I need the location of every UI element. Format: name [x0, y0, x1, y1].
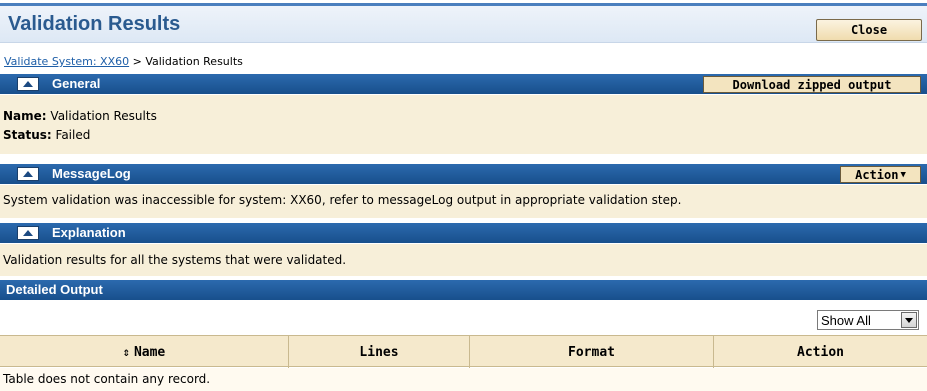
messagelog-section-header: MessageLog Action ▼ — [0, 164, 927, 184]
breadcrumb-separator: > — [132, 55, 142, 68]
status-label: Status: — [3, 128, 52, 142]
column-header-format: Format — [470, 336, 714, 368]
show-all-value: Show All — [821, 313, 871, 328]
triangle-up-icon — [23, 81, 33, 87]
triangle-up-icon — [23, 171, 33, 177]
column-header-lines: Lines — [289, 336, 470, 368]
show-all-select[interactable]: Show All — [817, 310, 919, 330]
detailed-output-header: Detailed Output — [0, 280, 927, 300]
action-label: Action — [855, 167, 899, 182]
column-header-action: Action — [797, 344, 844, 360]
page-title: Validation Results — [8, 13, 181, 35]
messagelog-text: System validation was inaccessible for s… — [3, 193, 682, 207]
chevron-down-icon — [901, 312, 917, 328]
name-value: Validation Results — [50, 109, 157, 123]
name-label: Name: — [3, 109, 47, 123]
explanation-header-label: Explanation — [52, 225, 126, 240]
general-collapse-toggle[interactable] — [17, 77, 39, 91]
action-menu-button[interactable]: Action ▼ — [840, 166, 921, 183]
explanation-text: Validation results for all the systems t… — [3, 253, 347, 267]
status-value: Failed — [55, 128, 91, 142]
close-button[interactable]: Close — [816, 19, 922, 41]
explanation-collapse-toggle[interactable] — [17, 226, 39, 240]
title-bar: Validation Results Close — [0, 6, 927, 43]
empty-table-message: Table does not contain any record. — [3, 372, 211, 386]
download-zipped-output-button[interactable]: Download zipped output — [703, 76, 921, 93]
detailed-output-label: Detailed Output — [6, 282, 103, 297]
table-header: ⇕ Name Lines Format Action — [0, 335, 927, 368]
messagelog-panel: System validation was inaccessible for s… — [0, 185, 927, 218]
explanation-panel: Validation results for all the systems t… — [0, 244, 927, 276]
triangle-up-icon — [23, 230, 33, 236]
general-section-header: General Download zipped output — [0, 74, 927, 94]
breadcrumb: Validate System: XX60 > Validation Resul… — [4, 55, 243, 68]
messagelog-header-label: MessageLog — [52, 166, 131, 181]
general-name-row: Name: Validation Results — [3, 109, 157, 123]
breadcrumb-current: Validation Results — [145, 55, 243, 68]
column-name-label: Name — [133, 344, 166, 360]
general-status-row: Status: Failed — [3, 128, 90, 142]
general-panel: Name: Validation Results Status: Failed — [0, 95, 927, 154]
table-empty-row: Table does not contain any record. — [0, 368, 927, 391]
column-header-name[interactable]: ⇕ Name — [0, 336, 289, 368]
explanation-section-header: Explanation — [0, 223, 927, 243]
chevron-down-icon: ▼ — [900, 169, 906, 180]
sort-updown-icon: ⇕ — [122, 345, 130, 359]
general-header-label: General — [52, 76, 101, 91]
messagelog-collapse-toggle[interactable] — [17, 167, 39, 181]
breadcrumb-link-validate-system[interactable]: Validate System: XX60 — [4, 55, 129, 68]
